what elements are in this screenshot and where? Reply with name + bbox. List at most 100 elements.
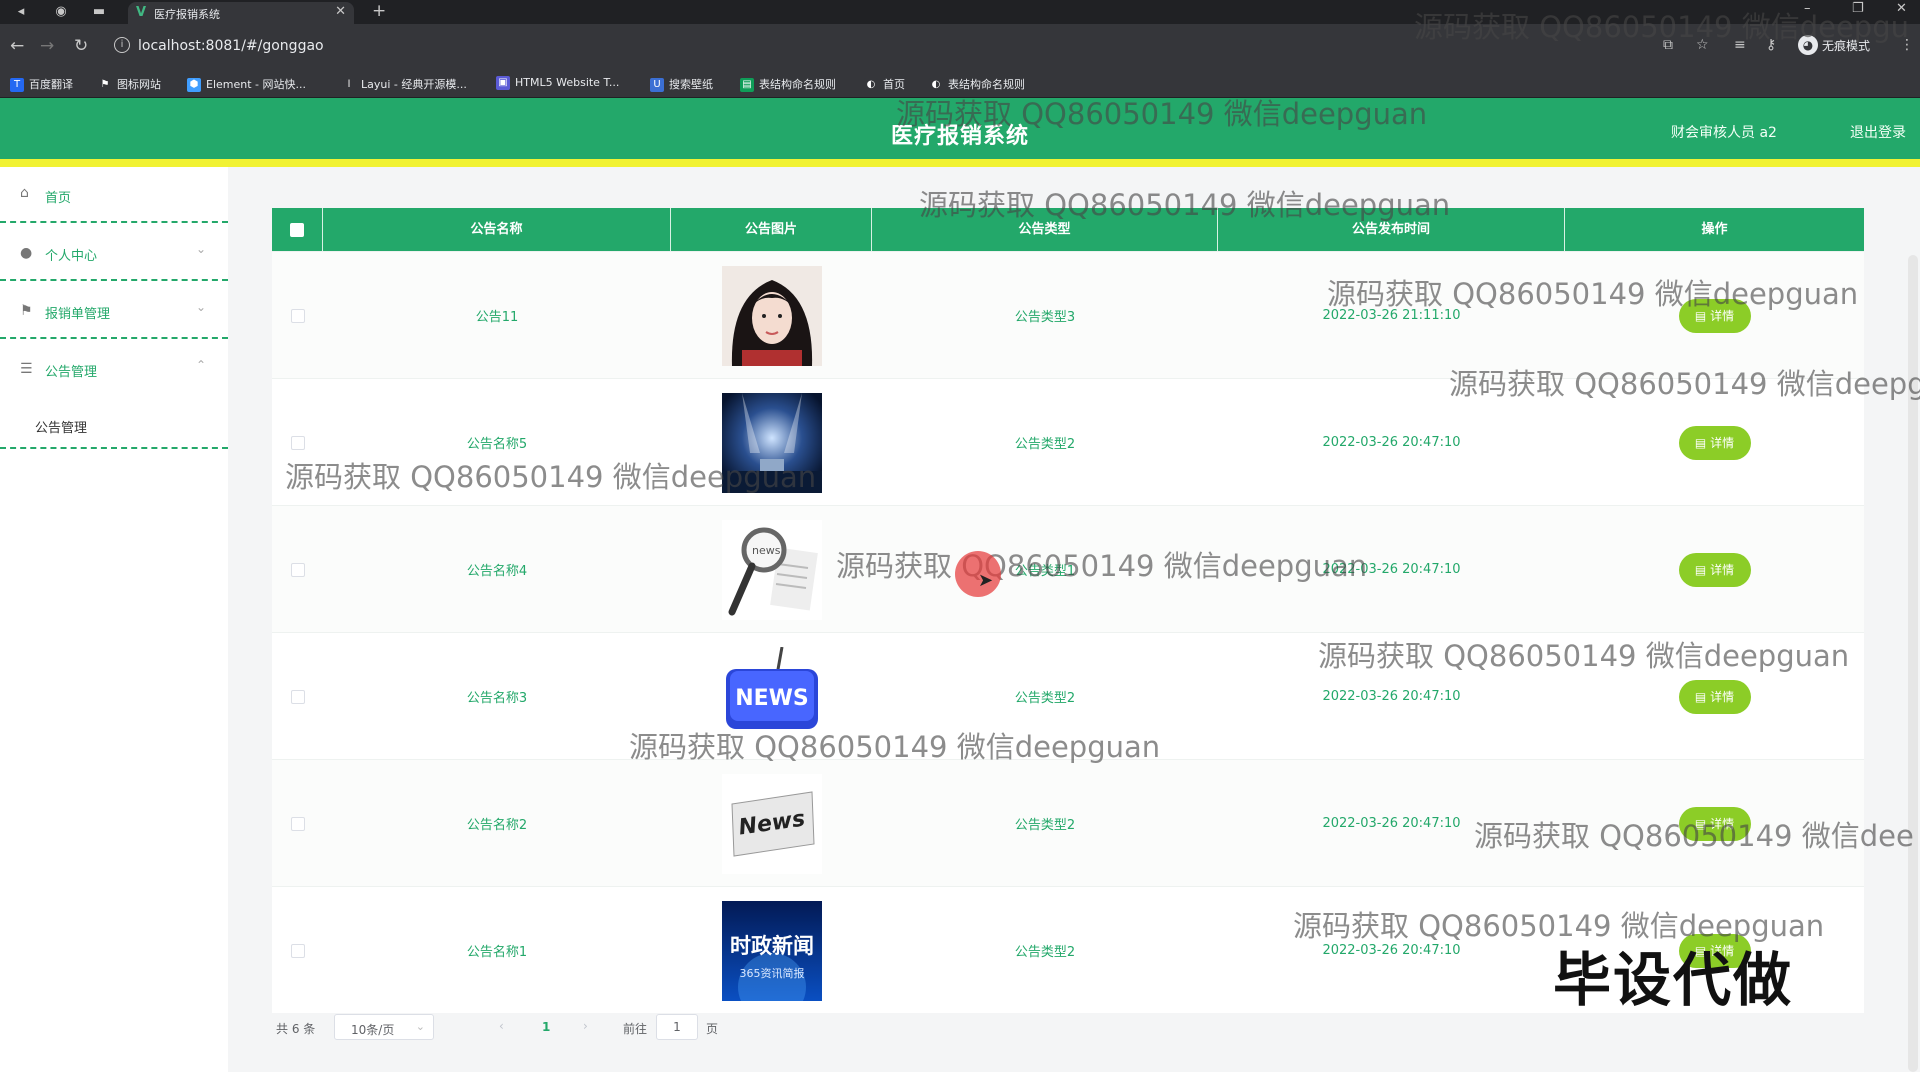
header-accent-bar xyxy=(0,159,1920,167)
announcement-image[interactable]: NEWS xyxy=(721,646,822,747)
announcement-image[interactable]: News xyxy=(721,773,822,874)
bookmark-item[interactable]: U 搜索壁纸 xyxy=(650,76,713,92)
column-header[interactable]: 公告名称 xyxy=(323,208,671,251)
globe-icon[interactable]: ◉ xyxy=(50,2,72,22)
app-header: 医疗报销系统 财会审核人员 a2 退出登录 xyxy=(0,98,1920,167)
translate-icon[interactable]: ⧉ xyxy=(1663,37,1673,53)
page-suffix: 页 xyxy=(706,1022,719,1036)
logout-link[interactable]: 退出登录 xyxy=(1850,122,1906,142)
select-all-checkbox[interactable] xyxy=(272,208,323,251)
row-checkbox[interactable] xyxy=(272,760,323,887)
detail-button[interactable]: ▤ 详情 xyxy=(1678,298,1751,333)
goto-page-input[interactable]: 1 xyxy=(656,1014,698,1040)
media-icon[interactable]: ◂ xyxy=(10,2,32,22)
announcement-type: 公告类型1 xyxy=(1014,564,1076,579)
bookmark-item[interactable]: ▣ HTML5 Website T... xyxy=(496,76,619,90)
announcement-name: 公告名称4 xyxy=(466,564,528,579)
bookmark-item[interactable]: l Layui - 经典开源模... xyxy=(342,76,467,92)
column-header[interactable]: 公告图片 xyxy=(671,208,872,251)
next-page-icon[interactable]: › xyxy=(583,1019,588,1033)
restore-icon[interactable]: ❐ xyxy=(1852,1,1864,16)
key-icon[interactable]: ⚷ xyxy=(1766,37,1776,53)
flag-icon: ⚑ xyxy=(20,303,33,319)
table-row[interactable]: 公告名称2 News 公告类型2 2022-03-26 20:47:10 ▤ 详情 xyxy=(272,759,1864,886)
incognito-profile[interactable]: ◕ 无痕模式 xyxy=(1798,35,1870,55)
announcement-time: 2022-03-26 20:47:10 xyxy=(1322,562,1461,577)
document-icon: ▤ xyxy=(1694,435,1711,450)
bookmark-favicon-icon: U xyxy=(650,78,664,92)
column-header[interactable]: 公告发布时间 xyxy=(1218,208,1565,251)
bookmark-item[interactable]: ◐ 表结构命名规则 xyxy=(929,76,1025,92)
column-header[interactable]: 公告类型 xyxy=(872,208,1218,251)
bookmark-item[interactable]: ⚑ 图标网站 xyxy=(98,76,161,92)
page-scrollbar[interactable] xyxy=(1908,255,1918,1072)
minimize-icon[interactable]: – xyxy=(1804,1,1811,16)
table-header: 公告名称 公告图片 公告类型 公告发布时间 操作 xyxy=(272,208,1864,251)
row-checkbox[interactable] xyxy=(272,506,323,633)
incognito-icon: ◕ xyxy=(1798,35,1818,55)
thumb-text: 365资讯简报 xyxy=(739,966,804,980)
bookmarks-bar: T 百度翻译 ⚑ 图标网站 ⬢ Element - 网站快... l Layui - 经典开源… xyxy=(0,70,1920,98)
page-size-select[interactable]: 10条/页 ⌄ xyxy=(334,1014,434,1040)
table-row[interactable]: 公告11 公告类型3 2022-03-26 21:11:10 ▤ 详情 xyxy=(272,251,1864,378)
new-tab-icon[interactable]: + xyxy=(372,1,386,21)
sidebar-item-claims[interactable]: ⚑ 报销单管理 ⌄ xyxy=(0,281,228,339)
announcement-name: 公告名称2 xyxy=(466,818,528,833)
announcement-type: 公告类型2 xyxy=(1014,945,1076,960)
browser-tab[interactable]: V 医疗报销系统 ✕ xyxy=(128,2,354,24)
table-row[interactable]: 公告名称3 NEWS 公告类型2 2022-03-26 20:47:10 ▤ 详情 xyxy=(272,632,1864,759)
detail-button[interactable]: ▤ 详情 xyxy=(1678,425,1751,460)
row-checkbox[interactable] xyxy=(272,252,323,379)
tab-title: 医疗报销系统 xyxy=(154,8,220,21)
announcement-type: 公告类型2 xyxy=(1014,691,1076,706)
table-row[interactable]: 公告名称1 时政新闻 365资讯简报 公告类型2 2022-03-26 20:47:10… xyxy=(272,886,1864,1013)
reload-icon[interactable]: ↻ xyxy=(74,36,88,56)
current-user: 财会审核人员 a2 xyxy=(1671,125,1777,141)
announcement-name: 公告名称5 xyxy=(466,437,528,452)
bookmark-item[interactable]: T 百度翻译 xyxy=(10,76,73,92)
bookmark-item[interactable]: ◐ 首页 xyxy=(864,76,905,92)
tab-overview-icon[interactable]: ▬ xyxy=(88,2,110,22)
reading-list-icon[interactable]: ≡ xyxy=(1734,37,1746,53)
table-body: 公告11 公告类型3 2022-03-26 21:11:10 ▤ 详情 公告名称5 公告类… xyxy=(272,251,1864,1013)
row-checkbox[interactable] xyxy=(272,887,323,1014)
forward-icon[interactable]: → xyxy=(40,36,54,56)
detail-button[interactable]: ▤ 详情 xyxy=(1678,552,1751,587)
announcement-image[interactable] xyxy=(721,392,822,493)
action-cell: ▤ 详情 xyxy=(1565,252,1864,379)
column-header[interactable]: 操作 xyxy=(1565,208,1864,251)
thumb-text: 时政新闻 xyxy=(730,934,814,958)
prev-page-icon[interactable]: ‹ xyxy=(499,1019,504,1033)
url-field[interactable]: i localhost:8081/#/gonggao xyxy=(108,32,1663,62)
table-row[interactable]: 公告名称4 news 公告类型1 2022-03-26 20:47:10 ▤ 详情 xyxy=(272,505,1864,632)
announcement-image[interactable]: 时政新闻 365资讯简报 xyxy=(721,900,822,1001)
announcement-time: 2022-03-26 20:47:10 xyxy=(1322,435,1461,450)
detail-button[interactable]: ▤ 详情 xyxy=(1678,806,1751,841)
sidebar-item-announcements[interactable]: ☰ 公告管理 ⌃ xyxy=(0,339,228,401)
announcement-time: 2022-03-26 20:47:10 xyxy=(1322,816,1461,831)
chevron-down-icon: ⌄ xyxy=(196,300,207,314)
announcement-image-cell: news xyxy=(671,506,872,633)
sidebar: ⌂ 首页 ● 个人中心 ⌄ ⚑ 报销单管理 ⌄ ☰ 公告管理 ⌃ 公告管理 xyxy=(0,167,228,1072)
detail-button[interactable]: ▤ 详情 xyxy=(1678,933,1751,968)
announcement-time: 2022-03-26 21:11:10 xyxy=(1322,308,1461,323)
page-number[interactable]: 1 xyxy=(542,1020,550,1034)
row-checkbox[interactable] xyxy=(272,633,323,760)
row-checkbox[interactable] xyxy=(272,379,323,506)
announcement-image[interactable] xyxy=(721,265,822,366)
back-icon[interactable]: ← xyxy=(10,36,24,56)
site-info-icon[interactable]: i xyxy=(114,37,130,53)
table-row[interactable]: 公告名称5 公告类型2 2022-03-26 20:47:10 ▤ 详情 xyxy=(272,378,1864,505)
bookmark-item[interactable]: ▤ 表结构命名规则 xyxy=(740,76,836,92)
announcement-image-cell: NEWS xyxy=(671,633,872,760)
detail-button[interactable]: ▤ 详情 xyxy=(1678,679,1751,714)
sidebar-item-home[interactable]: ⌂ 首页 xyxy=(0,167,228,223)
sidebar-subitem-announcements[interactable]: 公告管理 xyxy=(0,400,228,449)
close-tab-icon[interactable]: ✕ xyxy=(335,4,346,19)
star-icon[interactable]: ☆ xyxy=(1696,37,1709,53)
sidebar-item-profile[interactable]: ● 个人中心 ⌄ xyxy=(0,223,228,281)
announcement-image[interactable]: news xyxy=(721,519,822,620)
close-window-icon[interactable]: ✕ xyxy=(1896,1,1907,16)
bookmark-item[interactable]: ⬢ Element - 网站快... xyxy=(187,76,306,92)
menu-icon[interactable]: ⋮ xyxy=(1900,37,1914,53)
